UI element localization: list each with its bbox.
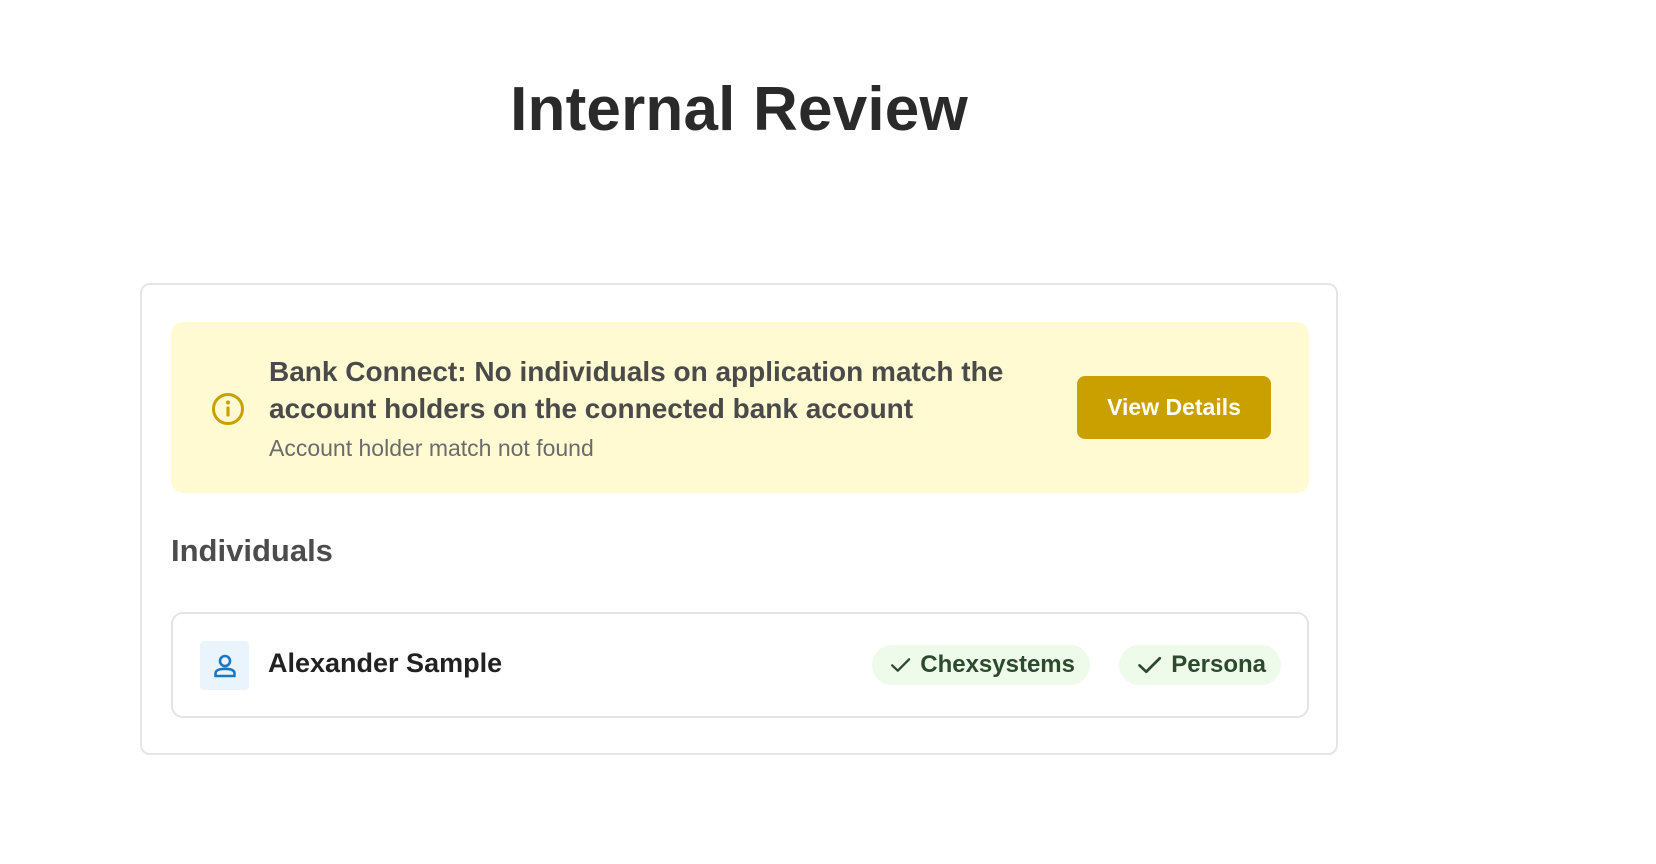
- individual-name: Alexander Sample: [268, 648, 503, 678]
- persona-status-badge: Persona: [1119, 645, 1281, 685]
- check-icon: [890, 658, 911, 672]
- persona-label: Persona: [1171, 651, 1266, 678]
- alert-banner: Bank Connect: No individuals on applicat…: [171, 322, 1309, 493]
- info-icon: [211, 392, 245, 426]
- chexsystems-status-badge: Chexsystems: [872, 645, 1090, 685]
- alert-title: Bank Connect: No individuals on applicat…: [269, 356, 1004, 424]
- view-details-button[interactable]: View Details: [1077, 376, 1271, 439]
- person-icon: [200, 641, 249, 690]
- individuals-heading: Individuals: [171, 533, 333, 568]
- chexsystems-label: Chexsystems: [920, 651, 1075, 678]
- individual-row[interactable]: Alexander Sample Chexsystems Persona: [171, 612, 1309, 718]
- review-card: Bank Connect: No individuals on applicat…: [140, 283, 1338, 755]
- check-icon: [1138, 656, 1162, 674]
- page-title: Internal Review: [510, 75, 968, 144]
- alert-subtitle: Account holder match not found: [269, 435, 594, 461]
- alert-text: Bank Connect: No individuals on applicat…: [269, 353, 1009, 463]
